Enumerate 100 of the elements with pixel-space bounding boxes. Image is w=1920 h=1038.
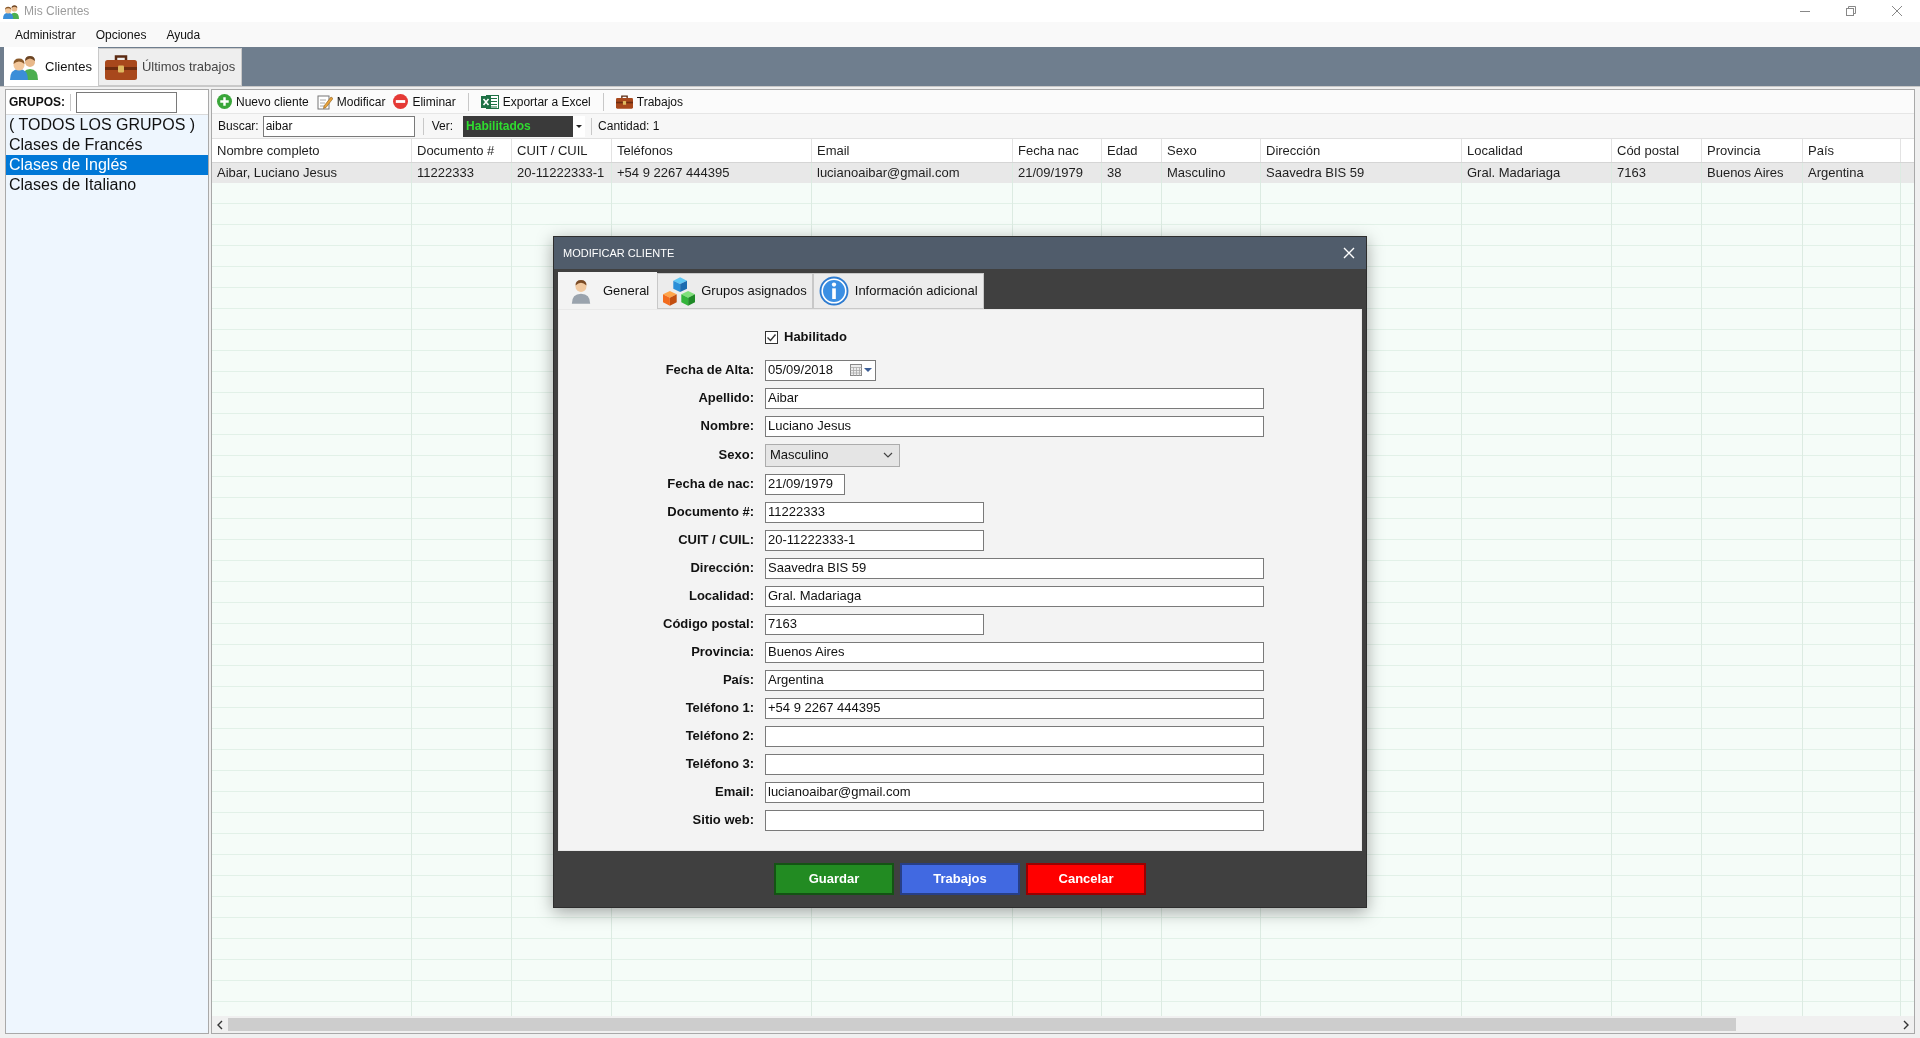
text-field[interactable]: Luciano Jesus xyxy=(765,415,1264,437)
scroll-right-icon[interactable] xyxy=(1903,1019,1909,1030)
field-label: Documento #: xyxy=(666,503,754,522)
tab[interactable]: Información adicional xyxy=(812,273,984,309)
column-header[interactable]: Dirección xyxy=(1261,139,1462,162)
restore-icon[interactable] xyxy=(1846,6,1856,16)
column-header[interactable]: Email xyxy=(812,139,1013,162)
action-button[interactable]: Trabajos xyxy=(900,863,1020,895)
field-label: Sexo: xyxy=(717,446,754,465)
field-label: Email: xyxy=(714,783,754,802)
toolbar-button[interactable]: Modificar xyxy=(314,91,388,112)
field-label: Código postal: xyxy=(662,615,754,634)
briefcase-icon xyxy=(615,94,633,109)
toolbar-button[interactable]: Eliminar xyxy=(391,91,458,112)
scrollbar-thumb[interactable] xyxy=(228,1018,1736,1031)
column-header[interactable]: Localidad xyxy=(1462,139,1612,162)
toolbar-button[interactable]: Nuevo cliente xyxy=(215,91,311,112)
search-field[interactable]: aibar xyxy=(262,115,415,137)
column-header[interactable]: CUIT / CUIL xyxy=(512,139,612,162)
text-field[interactable]: Gral. Madariaga xyxy=(765,585,1264,607)
field-label: Teléfono 2: xyxy=(684,727,754,746)
field-label: Fecha de Alta: xyxy=(664,361,754,380)
field-label: Teléfono 3: xyxy=(684,755,754,774)
text-field[interactable] xyxy=(765,753,1264,775)
table-row[interactable]: Aibar, Luciano Jesus 11222333 20-11222333-1 +54 9 2267 444395 lucianoaibar@gmail.com 21/09/1979 38 Masculino Saavedra BIS 59 Gral. Madariaga 7163 Buenos Aires Argentina xyxy=(212,163,1914,183)
dialog-title: MODIFICAR CLIENTE xyxy=(563,245,675,261)
column-header[interactable]: País xyxy=(1803,139,1901,162)
plus-icon xyxy=(217,94,232,109)
text-field[interactable]: +54 9 2267 444395 xyxy=(765,697,1264,719)
text-field[interactable]: Saavedra BIS 59 xyxy=(765,557,1264,579)
text-field[interactable]: 20-11222333-1 xyxy=(765,529,984,551)
cubes-icon xyxy=(663,276,696,306)
horizontal-scrollbar[interactable] xyxy=(212,1016,1914,1033)
menu-item[interactable]: Administrar xyxy=(5,25,86,44)
field-label: Teléfono 1: xyxy=(684,699,754,718)
column-header[interactable]: Edad xyxy=(1102,139,1162,162)
group-item[interactable]: Clases de Inglés xyxy=(6,155,208,175)
pencil-icon xyxy=(316,93,333,110)
text-field[interactable]: 21/09/1979 xyxy=(765,473,845,495)
minimize-icon[interactable] xyxy=(1800,10,1810,12)
view-label: Ver: xyxy=(431,118,454,135)
column-header[interactable]: Teléfonos xyxy=(612,139,812,162)
field-label: CUIT / CUIL: xyxy=(677,531,754,550)
checkbox-label: Habilitado xyxy=(784,328,847,347)
field-label: Fecha de nac: xyxy=(666,475,754,494)
field-label: Dirección: xyxy=(689,559,754,578)
close-icon[interactable] xyxy=(1892,6,1902,16)
person-icon xyxy=(570,277,592,304)
info-icon xyxy=(818,276,849,306)
search-field[interactable] xyxy=(76,91,177,113)
action-button[interactable]: Cancelar xyxy=(1026,863,1146,895)
window-title: Mis Clientes xyxy=(24,3,90,20)
field-label: Provincia: xyxy=(690,643,754,662)
action-button[interactable]: Guardar xyxy=(774,863,894,895)
group-item[interactable]: Clases de Francés xyxy=(6,135,208,155)
minus-circle-icon xyxy=(393,94,409,109)
tab[interactable]: General xyxy=(558,272,658,309)
column-header[interactable]: Sexo xyxy=(1162,139,1261,162)
group-item[interactable]: ( TODOS LOS GRUPOS ) xyxy=(6,115,208,135)
people-icon xyxy=(10,53,38,80)
checkbox[interactable] xyxy=(765,330,778,344)
scroll-left-icon[interactable] xyxy=(217,1019,223,1030)
menu-item[interactable]: Ayuda xyxy=(156,25,211,44)
text-field[interactable]: 11222333 xyxy=(765,501,984,523)
group-item[interactable]: Clases de Italiano xyxy=(6,175,208,195)
spreadsheet-icon xyxy=(480,93,499,110)
search-label: Buscar: xyxy=(218,118,259,135)
text-field[interactable] xyxy=(765,725,1264,747)
field-label: País: xyxy=(721,671,754,690)
column-header[interactable]: Nombre completo xyxy=(212,139,412,162)
field-label: Apellido: xyxy=(697,389,754,408)
tab[interactable]: Grupos asignados xyxy=(657,273,813,309)
column-header[interactable]: Fecha nac xyxy=(1013,139,1102,162)
people-icon xyxy=(3,3,19,19)
toolbar-button[interactable]: Exportar a Excel xyxy=(478,91,593,112)
date-picker[interactable]: 05/09/2018 xyxy=(765,359,876,381)
caret-icon xyxy=(864,368,872,372)
dropdown[interactable]: Habilitados xyxy=(463,115,586,137)
text-field[interactable]: Argentina xyxy=(765,669,1264,691)
column-header[interactable]: Cód postal xyxy=(1612,139,1702,162)
text-field[interactable]: lucianoaibar@gmail.com xyxy=(765,781,1264,803)
calendar-icon xyxy=(850,364,862,376)
menu-item[interactable]: Opciones xyxy=(85,25,157,44)
text-field[interactable]: 7163 xyxy=(765,613,984,635)
chevron-down-icon xyxy=(883,452,893,458)
text-field[interactable]: Aibar xyxy=(765,387,1264,409)
field-label: Sitio web: xyxy=(691,811,754,830)
groups-label: GRUPOS: xyxy=(9,94,65,111)
tab[interactable]: Últimos trabajos xyxy=(97,48,243,86)
column-header[interactable]: Provincia xyxy=(1702,139,1803,162)
field-label: Localidad: xyxy=(688,587,754,606)
count-label: Cantidad: 1 xyxy=(598,118,660,135)
text-field[interactable]: Buenos Aires xyxy=(765,641,1264,663)
field-label: Nombre: xyxy=(699,417,754,436)
briefcase-icon xyxy=(104,54,137,80)
dropdown[interactable]: Masculino xyxy=(765,443,900,467)
column-header[interactable]: Documento # xyxy=(412,139,512,162)
toolbar-button[interactable]: Trabajos xyxy=(613,91,686,112)
tab[interactable]: Clientes xyxy=(4,47,98,86)
text-field[interactable] xyxy=(765,809,1264,831)
